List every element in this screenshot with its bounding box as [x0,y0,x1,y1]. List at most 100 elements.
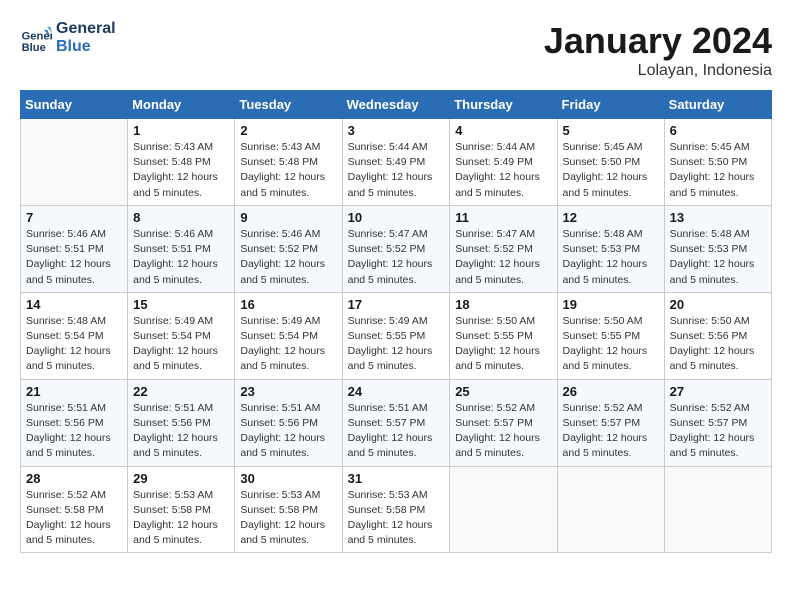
header-cell-wednesday: Wednesday [342,91,450,119]
day-cell: 11 Sunrise: 5:47 AMSunset: 5:52 PMDayligh… [450,205,557,292]
day-number: 26 [563,384,659,399]
day-cell: 18 Sunrise: 5:50 AMSunset: 5:55 PMDayligh… [450,292,557,379]
day-number: 7 [26,210,122,225]
day-number: 27 [670,384,766,399]
header-cell-saturday: Saturday [664,91,771,119]
day-cell: 3 Sunrise: 5:44 AMSunset: 5:49 PMDaylight… [342,119,450,206]
day-info: Sunrise: 5:51 AMSunset: 5:57 PMDaylight:… [348,401,445,462]
day-cell [557,466,664,553]
day-cell: 6Sunrise: 5:45 AMSunset: 5:50 PMDaylight… [664,119,771,206]
day-info: Sunrise: 5:45 AMSunset: 5:50 PMDaylight:… [670,140,766,201]
day-cell: 25 Sunrise: 5:52 AMSunset: 5:57 PMDayligh… [450,379,557,466]
day-cell: 9 Sunrise: 5:46 AMSunset: 5:52 PMDaylight… [235,205,342,292]
day-cell: 24 Sunrise: 5:51 AMSunset: 5:57 PMDayligh… [342,379,450,466]
week-row-5: 28Sunrise: 5:52 AMSunset: 5:58 PMDayligh… [21,466,772,553]
day-info: Sunrise: 5:49 AMSunset: 5:55 PMDaylight:… [348,314,445,375]
day-cell: 10 Sunrise: 5:47 AMSunset: 5:52 PMDayligh… [342,205,450,292]
day-number: 9 [240,210,336,225]
day-info: Sunrise: 5:49 AMSunset: 5:54 PMDaylight:… [240,314,336,375]
day-info: Sunrise: 5:44 AMSunset: 5:49 PMDaylight:… [348,140,445,201]
day-number: 30 [240,471,336,486]
day-info: Sunrise: 5:50 AMSunset: 5:55 PMDaylight:… [455,314,551,375]
day-info: Sunrise: 5:43 AMSunset: 5:48 PMDaylight:… [240,140,336,201]
day-number: 14 [26,297,122,312]
header-cell-friday: Friday [557,91,664,119]
day-cell: 28Sunrise: 5:52 AMSunset: 5:58 PMDayligh… [21,466,128,553]
logo-blue: Blue [56,38,116,56]
day-cell: 7 Sunrise: 5:46 AMSunset: 5:51 PMDaylight… [21,205,128,292]
day-cell: 29 Sunrise: 5:53 AMSunset: 5:58 PMDayligh… [128,466,235,553]
day-cell: 16 Sunrise: 5:49 AMSunset: 5:54 PMDayligh… [235,292,342,379]
day-cell: 8Sunrise: 5:46 AMSunset: 5:51 PMDaylight… [128,205,235,292]
day-info: Sunrise: 5:47 AMSunset: 5:52 PMDaylight:… [455,227,551,288]
day-info: Sunrise: 5:44 AMSunset: 5:49 PMDaylight:… [455,140,551,201]
day-cell: 20Sunrise: 5:50 AMSunset: 5:56 PMDayligh… [664,292,771,379]
header-cell-sunday: Sunday [21,91,128,119]
day-number: 2 [240,123,336,138]
day-info: Sunrise: 5:53 AMSunset: 5:58 PMDaylight:… [240,488,336,549]
day-info: Sunrise: 5:52 AMSunset: 5:57 PMDaylight:… [670,401,766,462]
header-row: SundayMondayTuesdayWednesdayThursdayFrid… [21,91,772,119]
day-number: 4 [455,123,551,138]
day-number: 20 [670,297,766,312]
day-info: Sunrise: 5:48 AMSunset: 5:54 PMDaylight:… [26,314,122,375]
day-number: 21 [26,384,122,399]
title-block: January 2024 Lolayan, Indonesia [544,20,772,80]
month-title: January 2024 [544,20,772,62]
day-number: 16 [240,297,336,312]
day-cell: 13 Sunrise: 5:48 AMSunset: 5:53 PMDayligh… [664,205,771,292]
header-cell-tuesday: Tuesday [235,91,342,119]
day-number: 3 [348,123,445,138]
location: Lolayan, Indonesia [544,62,772,80]
day-number: 31 [348,471,445,486]
day-number: 22 [133,384,229,399]
day-number: 28 [26,471,122,486]
day-info: Sunrise: 5:45 AMSunset: 5:50 PMDaylight:… [563,140,659,201]
logo-general: General [56,20,116,38]
day-info: Sunrise: 5:52 AMSunset: 5:57 PMDaylight:… [455,401,551,462]
day-info: Sunrise: 5:48 AMSunset: 5:53 PMDaylight:… [670,227,766,288]
day-cell: 26 Sunrise: 5:52 AMSunset: 5:57 PMDayligh… [557,379,664,466]
day-info: Sunrise: 5:46 AMSunset: 5:52 PMDaylight:… [240,227,336,288]
day-cell: 17 Sunrise: 5:49 AMSunset: 5:55 PMDayligh… [342,292,450,379]
day-cell [450,466,557,553]
day-number: 13 [670,210,766,225]
page-header: General Blue General Blue January 2024 L… [20,20,772,80]
day-cell: 27 Sunrise: 5:52 AMSunset: 5:57 PMDayligh… [664,379,771,466]
day-info: Sunrise: 5:48 AMSunset: 5:53 PMDaylight:… [563,227,659,288]
day-number: 10 [348,210,445,225]
day-info: Sunrise: 5:51 AMSunset: 5:56 PMDaylight:… [133,401,229,462]
day-number: 18 [455,297,551,312]
day-cell: 22 Sunrise: 5:51 AMSunset: 5:56 PMDayligh… [128,379,235,466]
day-cell: 12Sunrise: 5:48 AMSunset: 5:53 PMDayligh… [557,205,664,292]
day-cell [21,119,128,206]
day-cell: 23Sunrise: 5:51 AMSunset: 5:56 PMDayligh… [235,379,342,466]
day-info: Sunrise: 5:46 AMSunset: 5:51 PMDaylight:… [133,227,229,288]
day-number: 19 [563,297,659,312]
day-info: Sunrise: 5:49 AMSunset: 5:54 PMDaylight:… [133,314,229,375]
day-number: 17 [348,297,445,312]
day-info: Sunrise: 5:53 AMSunset: 5:58 PMDaylight:… [348,488,445,549]
calendar-body: 1 Sunrise: 5:43 AMSunset: 5:48 PMDaylight… [21,119,772,553]
day-info: Sunrise: 5:52 AMSunset: 5:57 PMDaylight:… [563,401,659,462]
day-number: 23 [240,384,336,399]
logo: General Blue General Blue [20,20,116,55]
day-info: Sunrise: 5:47 AMSunset: 5:52 PMDaylight:… [348,227,445,288]
week-row-4: 21 Sunrise: 5:51 AMSunset: 5:56 PMDayligh… [21,379,772,466]
day-cell: 4 Sunrise: 5:44 AMSunset: 5:49 PMDaylight… [450,119,557,206]
day-number: 29 [133,471,229,486]
header-cell-monday: Monday [128,91,235,119]
day-number: 11 [455,210,551,225]
day-number: 1 [133,123,229,138]
day-cell: 2 Sunrise: 5:43 AMSunset: 5:48 PMDaylight… [235,119,342,206]
day-info: Sunrise: 5:46 AMSunset: 5:51 PMDaylight:… [26,227,122,288]
day-number: 25 [455,384,551,399]
day-info: Sunrise: 5:53 AMSunset: 5:58 PMDaylight:… [133,488,229,549]
day-number: 5 [563,123,659,138]
day-cell: 30 Sunrise: 5:53 AMSunset: 5:58 PMDayligh… [235,466,342,553]
week-row-3: 14 Sunrise: 5:48 AMSunset: 5:54 PMDayligh… [21,292,772,379]
day-number: 24 [348,384,445,399]
day-info: Sunrise: 5:43 AMSunset: 5:48 PMDaylight:… [133,140,229,201]
svg-text:Blue: Blue [22,41,46,53]
day-info: Sunrise: 5:50 AMSunset: 5:55 PMDaylight:… [563,314,659,375]
